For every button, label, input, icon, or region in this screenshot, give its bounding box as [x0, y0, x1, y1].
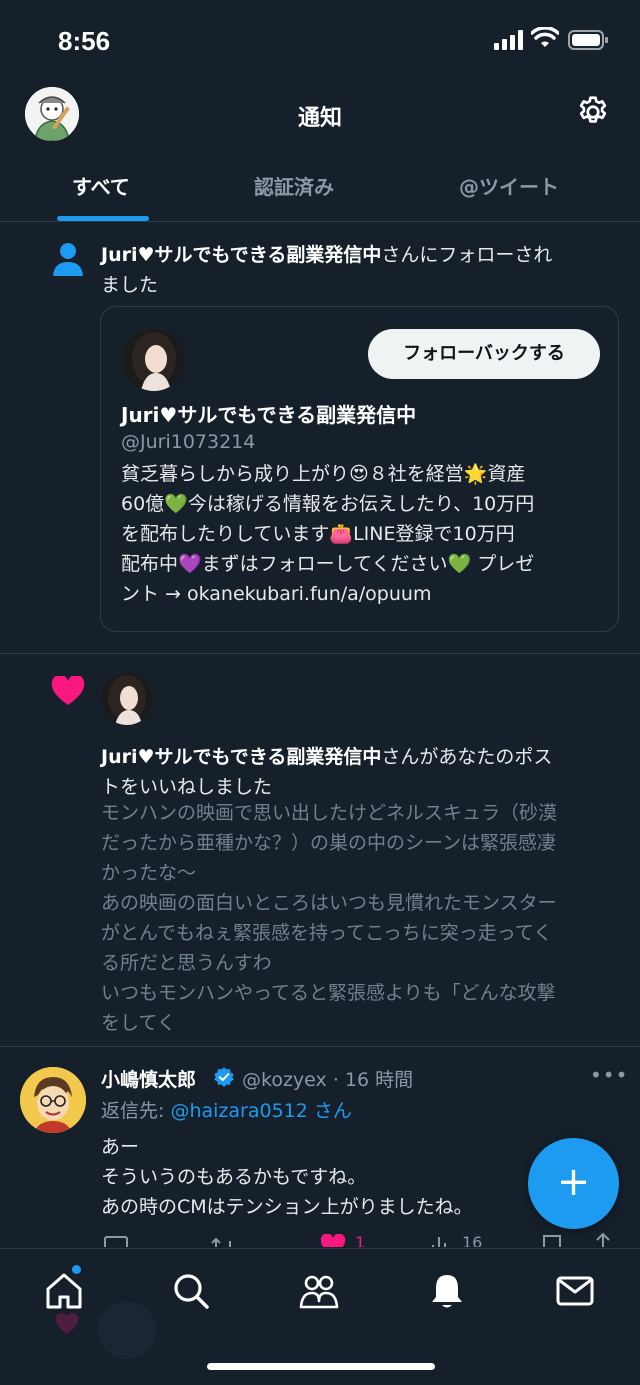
bio-line: 貧乏暮らしから成り上がり😍８社を経営🌟資産 — [121, 463, 526, 485]
card-handle: @Juri1073214 — [121, 431, 256, 453]
person-icon — [53, 243, 83, 276]
post-line: いつもモンハンやってると緊張感よりも「どんな攻撃 — [101, 982, 556, 1004]
like-count: 1 — [355, 1233, 366, 1247]
tweet-line: そういうのもあるかもですね。 — [101, 1166, 367, 1188]
bio-line: 60億💚今は稼げる情報をお伝えしたり、10万円 — [121, 493, 535, 515]
like-notification-text: Juri♥サルでもできる副業発信中さんがあなたのポス トをいいねしました — [101, 742, 626, 802]
reply-to-link[interactable]: @haizara0512 さん — [170, 1100, 351, 1122]
follow-notification-text: Juri♥サルでもできる副業発信中さんにフォローされ ました — [101, 240, 621, 300]
like-notification[interactable]: Juri♥サルでもできる副業発信中さんがあなたのポス トをいいねしました モンハ… — [0, 654, 640, 1047]
card-bio: 貧乏暮らしから成り上がり😍８社を経営🌟資産 60億💚今は稼げる情報をお伝えしたり… — [121, 459, 611, 609]
tweet-line: あの時のCMはテンション上がりましたね。 — [101, 1196, 473, 1218]
tab-all[interactable]: すべて — [72, 171, 130, 200]
follow-text-suffix: さんにフォローされ — [381, 244, 553, 266]
status-time: 8:56 — [58, 26, 111, 56]
reply-icon[interactable] — [103, 1235, 129, 1247]
gear-icon[interactable] — [575, 94, 611, 130]
card-avatar-photo — [123, 329, 185, 391]
liker-name[interactable]: Juri♥サルでもできる副業発信中 — [101, 746, 381, 768]
post-line: あの映画の面白いところはいつも見慣れたモンスター — [101, 892, 557, 914]
card-avatar[interactable] — [123, 329, 185, 391]
home-icon[interactable] — [44, 1271, 84, 1311]
faded-avatar — [98, 1301, 156, 1359]
tweet-author-name[interactable]: 小嶋慎太郎 — [101, 1065, 196, 1092]
tweet-actions: 1 16 — [0, 1229, 640, 1247]
page-title: 通知 — [297, 106, 342, 131]
plus-icon: + — [556, 1159, 591, 1205]
like-text-line2: トをいいねしました — [101, 776, 273, 798]
bio-line: を配布したりしています👛LINE登録で10万円 — [121, 523, 515, 545]
post-line: る所だと思うんすわ — [101, 952, 272, 974]
tab-bar: すべて 認証済み @ツイート — [0, 155, 640, 222]
like-text-suffix: さんがあなたのポス — [381, 746, 553, 768]
home-indicator — [207, 1363, 435, 1370]
more-options-icon[interactable]: ••• — [590, 1063, 628, 1087]
tab-verified[interactable]: 認証済み — [254, 171, 334, 200]
author-avatar-illustration — [20, 1067, 86, 1133]
post-line: だったから亜種かな？）の巣の中のシーンは緊張感凄 — [101, 832, 557, 854]
heart-icon — [51, 676, 85, 705]
bell-icon[interactable] — [427, 1271, 467, 1311]
follower-name[interactable]: Juri♥サルでもできる副業発信中 — [101, 244, 381, 266]
verified-icon — [214, 1067, 234, 1087]
search-icon[interactable] — [171, 1271, 211, 1311]
post-line: かったな〜 — [101, 862, 197, 884]
tweet-handle: @kozyex — [242, 1069, 327, 1091]
signal-icon — [494, 30, 523, 50]
active-tab-indicator — [57, 216, 149, 221]
share-icon[interactable] — [593, 1232, 613, 1247]
post-line: がとんでもねぇ緊張感を持ってこっちに突っ走ってく — [101, 922, 553, 944]
follow-notification[interactable]: Juri♥サルでもできる副業発信中さんにフォローされ ました フォローバックする… — [0, 222, 640, 654]
follow-back-button[interactable]: フォローバックする — [368, 329, 600, 379]
tweet-time: 16 時間 — [344, 1069, 414, 1091]
reply-prefix: 返信先: — [101, 1100, 171, 1122]
mail-icon[interactable] — [555, 1271, 595, 1311]
bottom-nav — [0, 1248, 640, 1385]
bio-line-link[interactable]: ント → okanekubari.fun/a/opuum — [121, 579, 611, 609]
views-icon[interactable] — [430, 1233, 454, 1247]
retweet-icon[interactable] — [210, 1235, 236, 1247]
views-count: 16 — [462, 1233, 483, 1247]
wifi-icon — [531, 27, 559, 47]
tab-mentions[interactable]: @ツイート — [459, 171, 559, 200]
profile-card[interactable]: フォローバックする Juri♥サルでもできる副業発信中 @Juri1073214… — [100, 306, 619, 632]
meta-separator: · — [332, 1069, 339, 1091]
post-line: モンハンの映画で思い出したけどネルスキュラ（砂漠 — [101, 802, 558, 824]
reply-context: 返信先: @haizara0512 さん — [101, 1096, 352, 1123]
communities-icon[interactable] — [299, 1271, 339, 1311]
status-bar: 8:56 — [0, 0, 640, 80]
faded-heart-icon — [55, 1313, 79, 1334]
tweet-author-avatar[interactable] — [20, 1067, 86, 1133]
tweet-line: あー — [101, 1136, 140, 1158]
bio-line: 配布中💜まずはフォローしてください💚 プレゼ — [121, 553, 535, 575]
compose-button[interactable]: + — [528, 1138, 619, 1229]
header: 通知 — [0, 80, 640, 150]
like-icon[interactable] — [320, 1234, 346, 1247]
tweet-body: あー そういうのもあるかもですね。 あの時のCMはテンション上がりましたね。 — [101, 1132, 541, 1222]
follow-text-line2: ました — [101, 274, 159, 296]
home-badge — [72, 1265, 81, 1274]
liked-post-preview: モンハンの映画で思い出したけどネルスキュラ（砂漠 だったから亜種かな？）の巣の中… — [101, 798, 621, 1038]
liker-avatar[interactable] — [101, 673, 153, 725]
liker-avatar-photo — [101, 673, 153, 725]
bookmark-icon[interactable] — [542, 1234, 562, 1247]
battery-icon — [568, 30, 608, 50]
card-name: Juri♥サルでもできる副業発信中 — [121, 403, 417, 427]
post-line: をしてく — [101, 1012, 176, 1034]
tweet-meta: @kozyex · 16 時間 — [242, 1065, 413, 1092]
